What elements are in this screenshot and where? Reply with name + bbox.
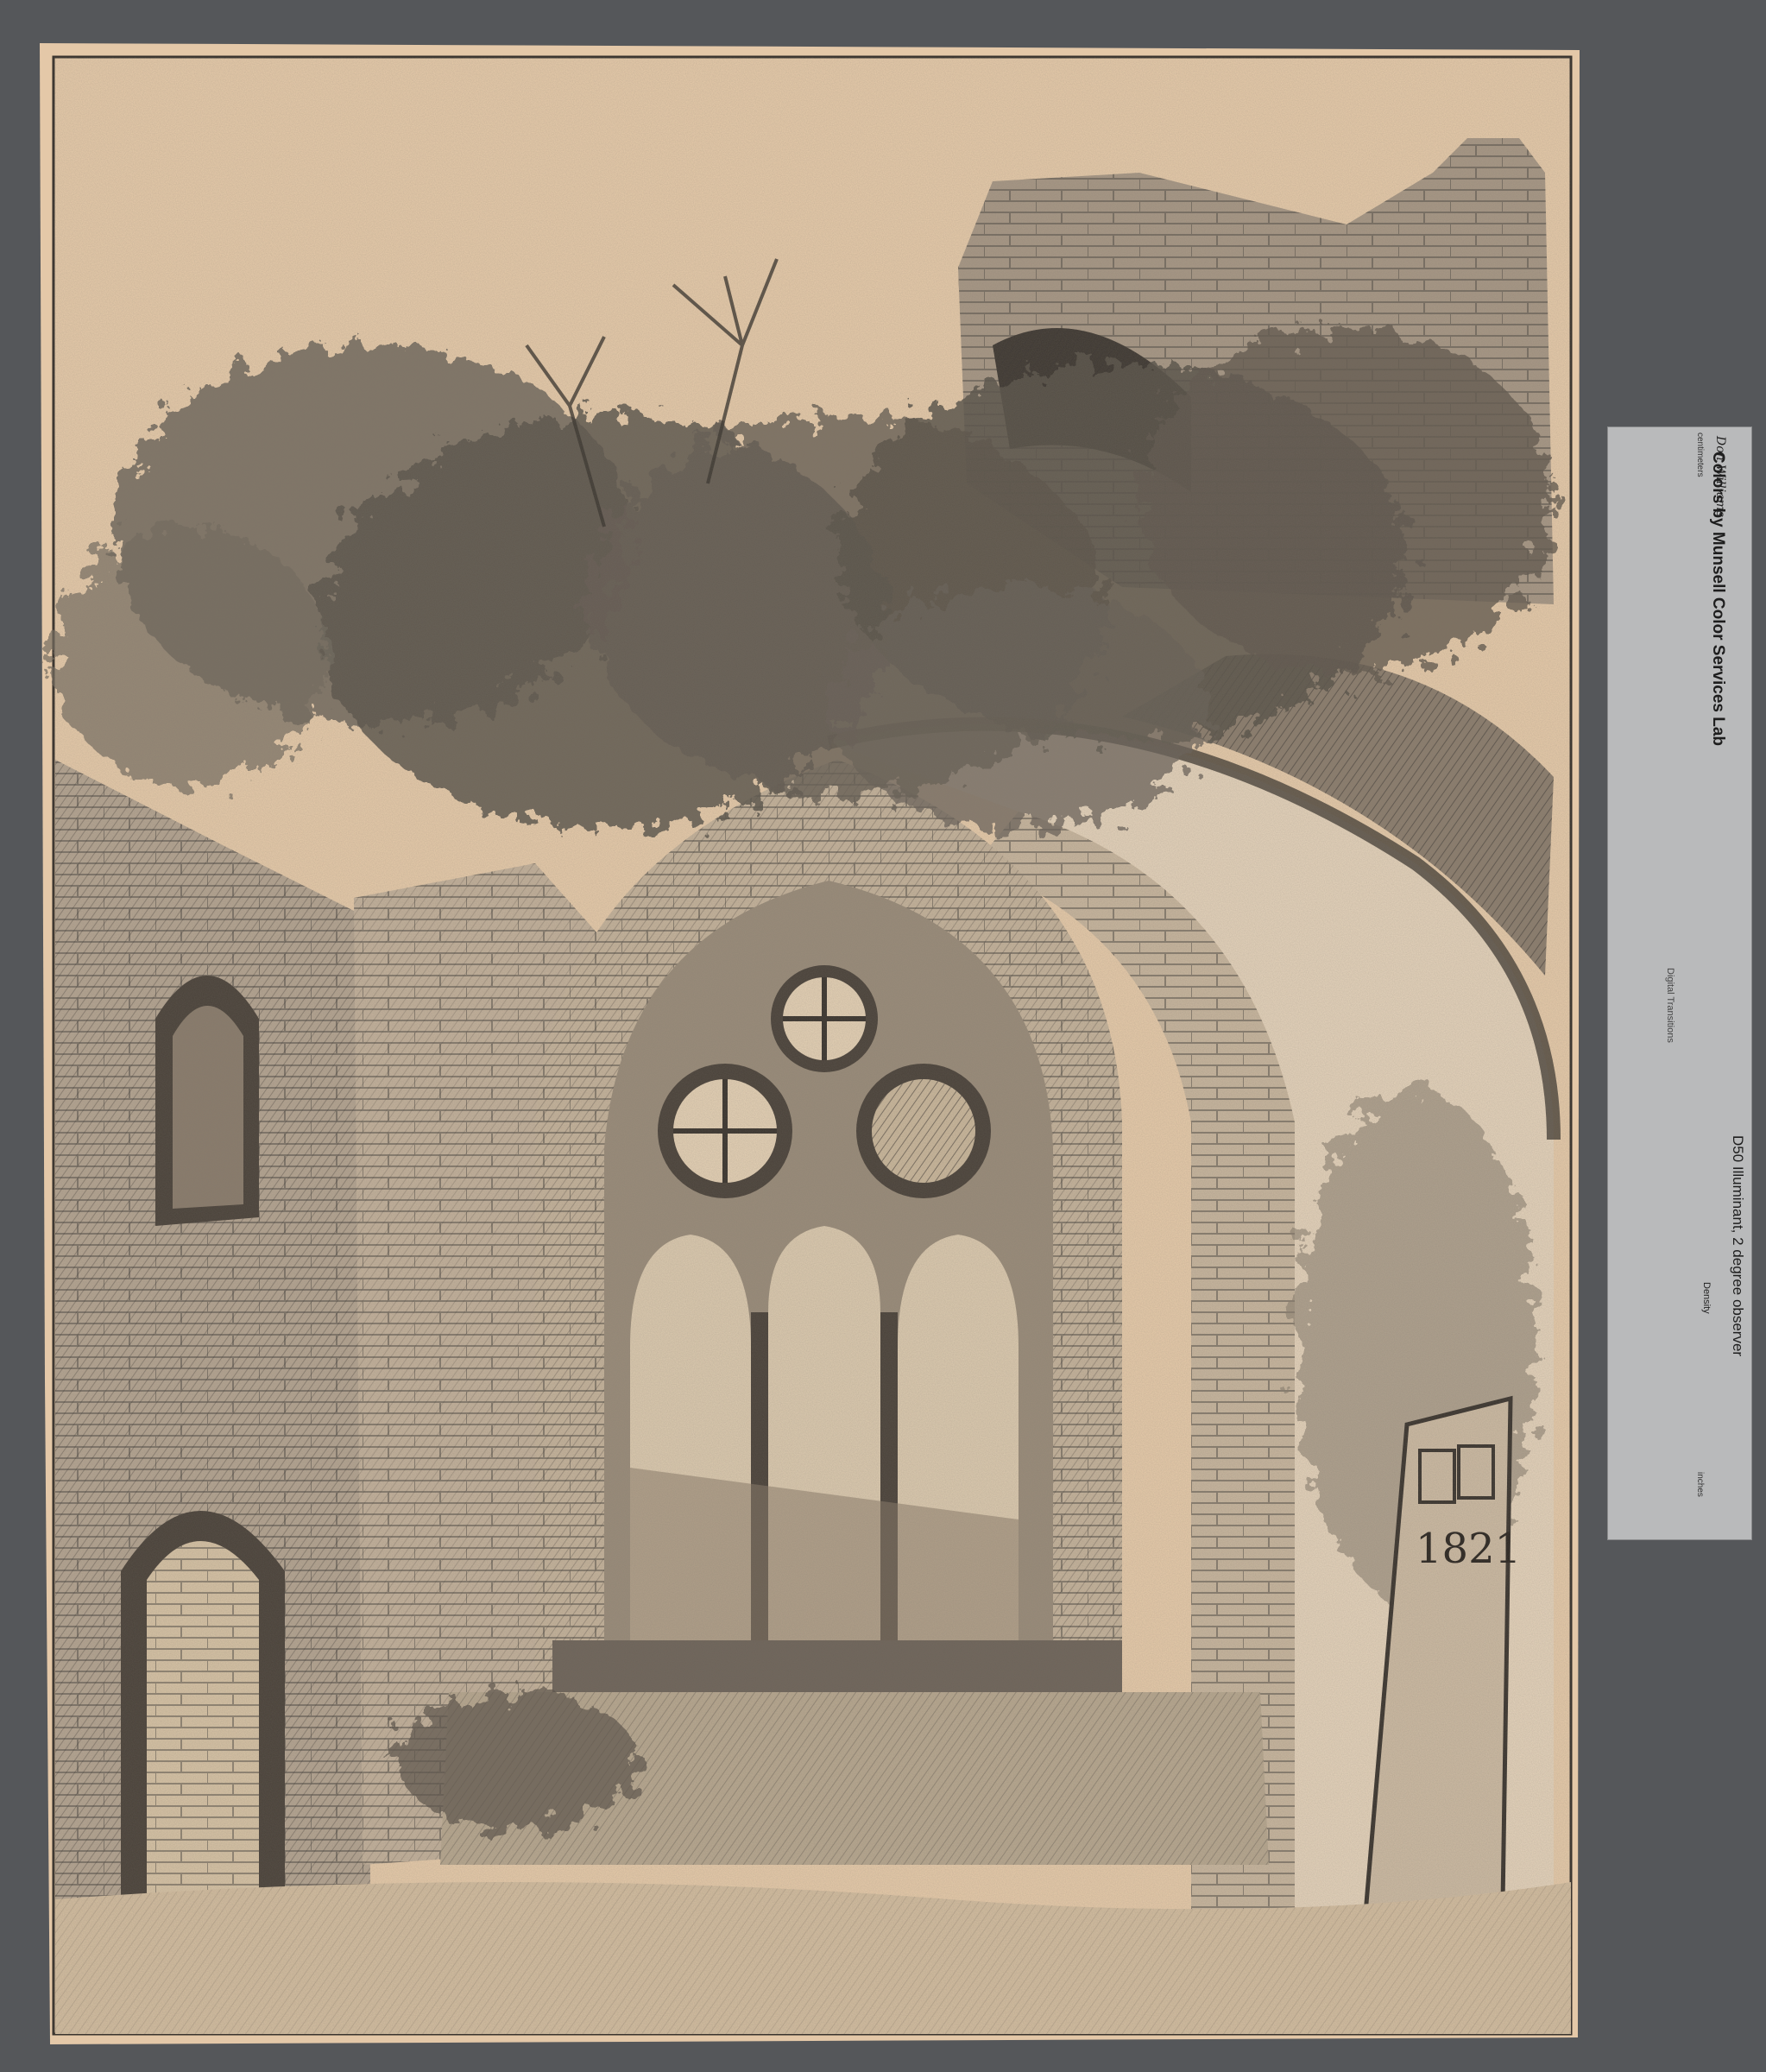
color-target-brand: Digital Transitions [1665, 968, 1675, 1043]
color-target: Colors by Munsell Color Services Lab D50… [1607, 426, 1752, 1540]
color-target-unit-bottom: inches [1695, 1472, 1705, 1497]
color-target-density-label: Density [1701, 1282, 1712, 1314]
color-target-signature: Don Williams [1713, 436, 1727, 517]
color-target-illuminant: D50 Illuminant, 2 degree observer [1730, 1135, 1746, 1357]
drawing-scene: 1821 [40, 43, 1685, 2044]
color-target-unit-top: centimeters [1695, 433, 1705, 477]
